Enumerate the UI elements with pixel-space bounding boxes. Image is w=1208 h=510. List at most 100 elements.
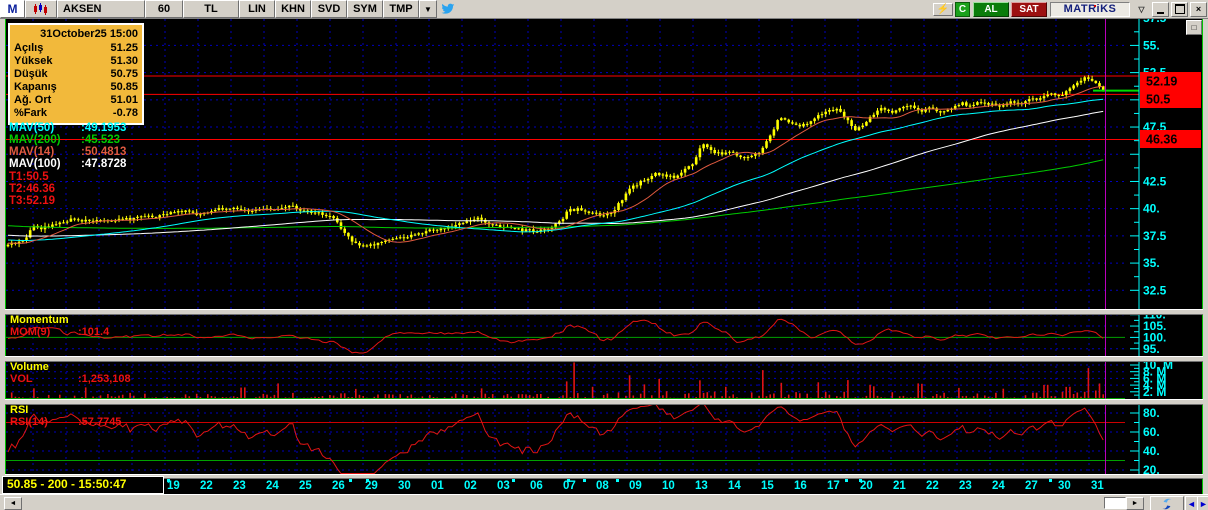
svg-text:40.: 40. [1143, 202, 1160, 216]
tab-lin[interactable]: LIN [239, 0, 275, 18]
panel-separator[interactable] [5, 356, 1203, 362]
svg-text:03: 03 [497, 480, 510, 492]
svg-text:06: 06 [530, 480, 543, 492]
svg-text:46.36: 46.36 [1146, 133, 1177, 147]
tab-khn[interactable]: KHN [275, 0, 311, 18]
svg-text:95.: 95. [1143, 342, 1160, 356]
t2-label: T2:46.36 [9, 183, 56, 195]
matriks-logo: MATRiKS [1050, 1, 1130, 17]
lightning-icon[interactable]: ⚡ [933, 2, 953, 16]
mav14-label: MAV(14):50.4813 [9, 146, 127, 158]
scrollbar-track[interactable] [1104, 497, 1126, 509]
svg-text:50.5: 50.5 [1146, 93, 1170, 107]
svg-text:40.: 40. [1143, 444, 1160, 458]
close-button[interactable]: × [1190, 1, 1207, 17]
app-logo[interactable]: M [0, 0, 25, 18]
maximize-button[interactable] [1171, 1, 1188, 17]
info-label: Kapanış [14, 81, 57, 93]
ohlc-info-box: 31October25 15:00 Açılış 51.25 Yüksek 51.3… [8, 23, 144, 125]
window-menu-icon[interactable]: ▽ [1133, 1, 1150, 17]
svg-text:16: 16 [794, 480, 807, 492]
rsi-value: RSI(14):57.7745 [10, 416, 122, 428]
svg-text:25: 25 [299, 480, 312, 492]
info-label: Düşük [14, 68, 48, 80]
candlestick-icon [34, 3, 47, 15]
svg-text:2. M: 2. M [1143, 385, 1166, 399]
svg-text:14: 14 [728, 480, 741, 492]
minimize-button[interactable] [1152, 1, 1169, 17]
maximize-icon [1174, 4, 1185, 14]
svg-text:24: 24 [266, 480, 279, 492]
bottom-scrollbar: ◄ ► ◄ ► [0, 494, 1208, 510]
momentum-value: MOM(9):101.4 [10, 326, 110, 338]
svg-text:10: 10 [662, 480, 675, 492]
info-label: Ağ. Ort [14, 94, 52, 106]
svg-text:08: 08 [596, 480, 609, 492]
svg-text:60.: 60. [1143, 425, 1160, 439]
t3-label: T3:52.19 [9, 195, 56, 207]
buy-button[interactable]: AL [973, 1, 1009, 17]
panel-separator[interactable] [5, 309, 1203, 315]
svg-text:15: 15 [761, 480, 774, 492]
info-value: 51.25 [110, 42, 138, 54]
volume-title: Volume [10, 361, 49, 373]
panel-separator[interactable] [5, 399, 1203, 405]
svg-text:26: 26 [332, 480, 345, 492]
chart-canvas[interactable]: 57.555.52.547.542.540.37.535.32.552.1950… [0, 0, 1208, 510]
matriks-swirl-icon [1161, 498, 1173, 509]
svg-text:22: 22 [926, 480, 939, 492]
period-field[interactable]: 60 [145, 0, 183, 18]
svg-text:23: 23 [959, 480, 972, 492]
info-box-date: 31October25 15:00 [40, 28, 138, 40]
chart-type-icon[interactable] [25, 0, 57, 18]
svg-text:32.5: 32.5 [1143, 283, 1167, 297]
info-label: Yüksek [14, 55, 53, 67]
refresh-button[interactable]: C [955, 1, 970, 17]
info-label: Açılış [14, 42, 44, 54]
svg-text:21: 21 [893, 480, 906, 492]
mav100-label: MAV(100):47.8728 [9, 158, 127, 170]
mav50-label: MAV(50):49.1953 [9, 122, 127, 134]
tab-tmp[interactable]: TMP [383, 0, 419, 18]
matriks-chart-window: M AKSEN 60 TL LIN KHN SVD SYM TMP ▼ ⚡ C … [0, 0, 1208, 510]
momentum-title: Momentum [10, 314, 69, 326]
svg-text:27: 27 [1025, 480, 1038, 492]
matriks-spinner-button[interactable] [1150, 496, 1184, 510]
status-box: 50.85 - 200 - 15:50:47 [2, 476, 164, 494]
info-value: 51.30 [110, 55, 138, 67]
svg-text:55.: 55. [1143, 38, 1160, 52]
t1-label: T1:50.5 [9, 171, 49, 183]
svg-text:42.5: 42.5 [1143, 174, 1167, 188]
info-value: 51.01 [110, 94, 138, 106]
panel-restore-button[interactable]: □ [1186, 20, 1202, 35]
sell-button[interactable]: SAT [1011, 1, 1047, 17]
scroll-left-button[interactable]: ◄ [4, 497, 22, 510]
tab-sym[interactable]: SYM [347, 0, 383, 18]
logo-red-dot [1094, 4, 1096, 7]
chevron-down-icon[interactable]: ▼ [419, 0, 437, 18]
svg-text:13: 13 [695, 480, 708, 492]
scroll-right-button[interactable]: ► [1126, 497, 1144, 510]
minimize-icon [1157, 11, 1164, 14]
twitter-icon[interactable] [437, 0, 459, 18]
info-value: 50.75 [110, 68, 138, 80]
nav-right-button[interactable]: ► [1197, 496, 1208, 510]
svg-text:24: 24 [992, 480, 1005, 492]
svg-text:35.: 35. [1143, 256, 1160, 270]
tab-svd[interactable]: SVD [311, 0, 347, 18]
svg-text:17: 17 [827, 480, 840, 492]
svg-text:37.5: 37.5 [1143, 229, 1167, 243]
main-toolbar: M AKSEN 60 TL LIN KHN SVD SYM TMP ▼ ⚡ C … [0, 0, 1208, 19]
volume-value: VOL:1,253,108 [10, 373, 131, 385]
currency-field[interactable]: TL [183, 0, 239, 18]
svg-text:02: 02 [464, 480, 477, 492]
mav200-label: MAV(200):45.523 [9, 134, 121, 146]
info-value: 50.85 [110, 81, 138, 93]
panel-separator[interactable] [5, 474, 1203, 479]
symbol-field[interactable]: AKSEN [57, 0, 145, 18]
svg-text:30: 30 [1058, 480, 1071, 492]
info-label: %Fark [14, 107, 48, 119]
svg-text:31: 31 [1091, 480, 1104, 492]
toolbar-right-group: ⚡ C AL SAT MATRiKS ▽ × [933, 0, 1208, 18]
svg-text:52.19: 52.19 [1146, 75, 1177, 89]
